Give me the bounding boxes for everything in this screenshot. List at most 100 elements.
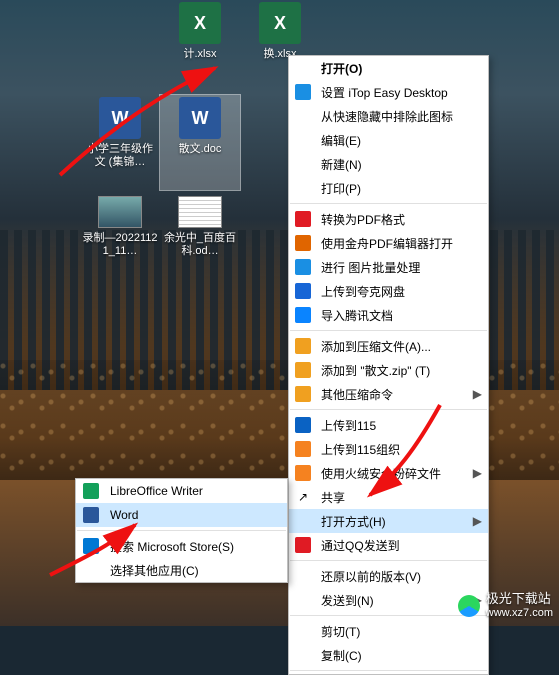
desktop-file-selected[interactable]: 散文.doc xyxy=(160,95,240,190)
menu-item[interactable]: 添加到 "散文.zip" (T) xyxy=(289,358,488,382)
menu-item[interactable]: 还原以前的版本(V) xyxy=(289,564,488,588)
menu-item-label: 从快速隐藏中排除此图标 xyxy=(321,108,472,125)
menu-item-label: 其他压缩命令 xyxy=(321,386,472,403)
menu-item-label: 上传到夸克网盘 xyxy=(321,283,472,300)
submenu-item[interactable]: LibreOffice Writer xyxy=(76,479,287,503)
menu-item-label: 打印(P) xyxy=(321,180,472,197)
menu-item-label: 还原以前的版本(V) xyxy=(321,568,472,585)
watermark-url: www.xz7.com xyxy=(486,606,553,620)
menu-separator xyxy=(77,530,286,531)
menu-item-label: 添加到 "散文.zip" (T) xyxy=(321,362,472,379)
menu-item[interactable]: 导入腾讯文档 xyxy=(289,303,488,327)
file-label: 散文.doc xyxy=(160,143,240,156)
menu-separator xyxy=(290,203,487,204)
menu-item[interactable]: 进行 图片批量处理 xyxy=(289,255,488,279)
watermark: 极光下载站 www.xz7.com xyxy=(458,592,553,620)
file-label: 小学三年级作文 (集锦… xyxy=(80,143,160,169)
submenu-item[interactable]: Word xyxy=(76,503,287,527)
excel-icon xyxy=(179,2,221,44)
submenu-arrow-icon: ▶ xyxy=(472,387,482,401)
excel-icon xyxy=(259,2,301,44)
menu-item[interactable]: 上传到夸克网盘 xyxy=(289,279,488,303)
itop-icon xyxy=(293,83,313,101)
menu-separator xyxy=(290,560,487,561)
tx-icon xyxy=(293,306,313,324)
desktop-empty xyxy=(80,0,160,95)
menu-item[interactable]: 通过QQ发送到 xyxy=(289,533,488,557)
menu-item-label: 添加到压缩文件(A)... xyxy=(321,338,472,355)
submenu-item-label: LibreOffice Writer xyxy=(110,484,281,498)
desktop-empty xyxy=(0,95,80,190)
115o-icon xyxy=(293,440,313,458)
context-menu[interactable]: 打开(O) 设置 iTop Easy Desktop 从快速隐藏中排除此图标编辑(E… xyxy=(288,55,489,675)
menu-item-label: 打开(O) xyxy=(321,60,472,77)
menu-separator xyxy=(290,330,487,331)
menu-item[interactable]: 使用金舟PDF编辑器打开 xyxy=(289,231,488,255)
menu-item[interactable]: 添加到压缩文件(A)... xyxy=(289,334,488,358)
word-icon xyxy=(179,97,221,139)
desktop-empty xyxy=(0,190,80,285)
lo-icon xyxy=(80,482,102,500)
desktop-file[interactable]: 小学三年级作文 (集锦… xyxy=(80,95,160,190)
hr-icon xyxy=(293,464,313,482)
submenu-item[interactable]: 搜索 Microsoft Store(S) xyxy=(76,534,287,558)
submenu-item-label: 搜索 Microsoft Store(S) xyxy=(110,538,281,555)
menu-item-label: 设置 iTop Easy Desktop xyxy=(321,84,472,101)
word-icon xyxy=(99,97,141,139)
menu-item-label: 通过QQ发送到 xyxy=(321,537,472,554)
submenu-arrow-icon: ▶ xyxy=(472,514,482,528)
menu-item[interactable]: 上传到115 xyxy=(289,413,488,437)
watermark-title: 极光下载站 xyxy=(486,592,553,606)
menu-item[interactable]: 复制(C) xyxy=(289,643,488,667)
img-icon xyxy=(293,258,313,276)
menu-item[interactable]: 使用火绒安全粉碎文件▶ xyxy=(289,461,488,485)
menu-separator xyxy=(290,670,487,671)
openwith-submenu[interactable]: LibreOffice Writer Word 搜索 Microsoft Store… xyxy=(75,478,288,583)
menu-item-label: 进行 图片批量处理 xyxy=(321,259,472,276)
desktop-file[interactable]: 余光中_百度百科.od… xyxy=(160,190,240,285)
qq-icon xyxy=(293,536,313,554)
menu-item[interactable]: ↗共享 xyxy=(289,485,488,509)
thumbnail-icon xyxy=(98,196,142,228)
menu-item[interactable]: 打印(P) xyxy=(289,176,488,200)
wd-icon xyxy=(80,506,102,524)
desktop-file[interactable]: 计.xlsx xyxy=(160,0,240,95)
desktop-empty xyxy=(0,0,80,95)
menu-item[interactable]: 打开(O) xyxy=(289,56,488,80)
submenu-arrow-icon: ▶ xyxy=(472,466,482,480)
menu-item[interactable]: 从快速隐藏中排除此图标 xyxy=(289,104,488,128)
menu-item[interactable]: 打开方式(H)▶ xyxy=(289,509,488,533)
menu-item[interactable]: 转换为PDF格式 xyxy=(289,207,488,231)
menu-item[interactable]: 上传到115组织 xyxy=(289,437,488,461)
submenu-item-label: 选择其他应用(C) xyxy=(110,562,281,579)
menu-item-label: 打开方式(H) xyxy=(321,513,472,530)
desktop-file[interactable]: 录制—20221121_11… xyxy=(80,190,160,285)
thumbnail-icon xyxy=(178,196,222,228)
menu-item-label: 上传到115 xyxy=(321,417,472,434)
menu-item-label: 导入腾讯文档 xyxy=(321,307,472,324)
menu-item-label: 共享 xyxy=(321,489,472,506)
ms-icon xyxy=(80,537,102,555)
pdf-icon xyxy=(293,210,313,228)
menu-item-label: 上传到115组织 xyxy=(321,441,472,458)
file-label: 计.xlsx xyxy=(160,48,240,61)
menu-item[interactable]: 设置 iTop Easy Desktop xyxy=(289,80,488,104)
menu-item-label: 使用火绒安全粉碎文件 xyxy=(321,465,472,482)
submenu-item[interactable]: 选择其他应用(C) xyxy=(76,558,287,582)
115-icon xyxy=(293,416,313,434)
menu-item-label: 转换为PDF格式 xyxy=(321,211,472,228)
submenu-item-label: Word xyxy=(110,508,281,522)
menu-item[interactable]: 新建(N) xyxy=(289,152,488,176)
menu-item[interactable]: 编辑(E) xyxy=(289,128,488,152)
menu-item-label: 剪切(T) xyxy=(321,623,472,640)
menu-separator xyxy=(290,409,487,410)
menu-item-label: 发送到(N) xyxy=(321,592,472,609)
watermark-logo-icon xyxy=(458,595,480,617)
file-label: 录制—20221121_11… xyxy=(80,232,160,258)
menu-item-label: 编辑(E) xyxy=(321,132,472,149)
zip-icon xyxy=(293,385,313,403)
menu-item[interactable]: 其他压缩命令▶ xyxy=(289,382,488,406)
menu-item[interactable]: 剪切(T) xyxy=(289,619,488,643)
kk-icon xyxy=(293,282,313,300)
menu-item-label: 复制(C) xyxy=(321,647,472,664)
